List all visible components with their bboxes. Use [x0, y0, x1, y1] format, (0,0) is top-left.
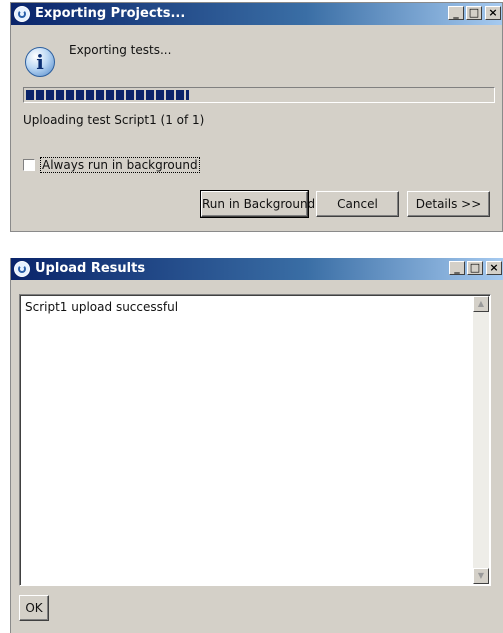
upload-status-text: Uploading test Script1 (1 of 1) — [23, 113, 205, 127]
upload-results-dialog: Upload Results _ □ × Script1 upload succ… — [10, 258, 503, 633]
ok-button[interactable]: OK — [19, 595, 49, 621]
vertical-scrollbar[interactable]: ▲ ▼ — [473, 296, 489, 584]
maximize-button[interactable]: □ — [467, 261, 483, 275]
dialog-title: Upload Results — [35, 261, 146, 276]
results-text-area[interactable]: Script1 upload successful ▲ ▼ — [19, 294, 491, 586]
scroll-down-arrow-icon[interactable]: ▼ — [473, 568, 489, 584]
app-icon — [14, 6, 30, 22]
minimize-button[interactable]: _ — [448, 6, 464, 20]
close-button[interactable]: × — [486, 261, 502, 275]
details-button[interactable]: Details >> — [407, 191, 490, 217]
upload-results-title-bar[interactable]: Upload Results _ □ × — [11, 258, 503, 280]
app-icon — [14, 261, 30, 277]
info-icon: i — [25, 47, 55, 77]
dialog-title: Exporting Projects... — [35, 6, 186, 21]
maximize-button[interactable]: □ — [466, 6, 482, 20]
export-message: Exporting tests... — [69, 43, 172, 57]
progress-fill — [26, 90, 189, 100]
exporting-projects-dialog: Exporting Projects... _ □ × i Exporting … — [10, 2, 503, 232]
upload-result-text: Script1 upload successful — [25, 300, 179, 314]
run-in-background-button[interactable]: Run in Background — [200, 190, 315, 218]
exporting-title-bar[interactable]: Exporting Projects... _ □ × — [11, 3, 502, 25]
always-run-in-background-checkbox[interactable] — [23, 159, 35, 171]
minimize-button[interactable]: _ — [449, 261, 465, 275]
close-button[interactable]: × — [485, 6, 501, 20]
progress-bar — [23, 87, 495, 103]
scroll-up-arrow-icon[interactable]: ▲ — [473, 296, 489, 312]
checkbox-label[interactable]: Always run in background — [40, 157, 200, 173]
cancel-button[interactable]: Cancel — [316, 191, 399, 217]
